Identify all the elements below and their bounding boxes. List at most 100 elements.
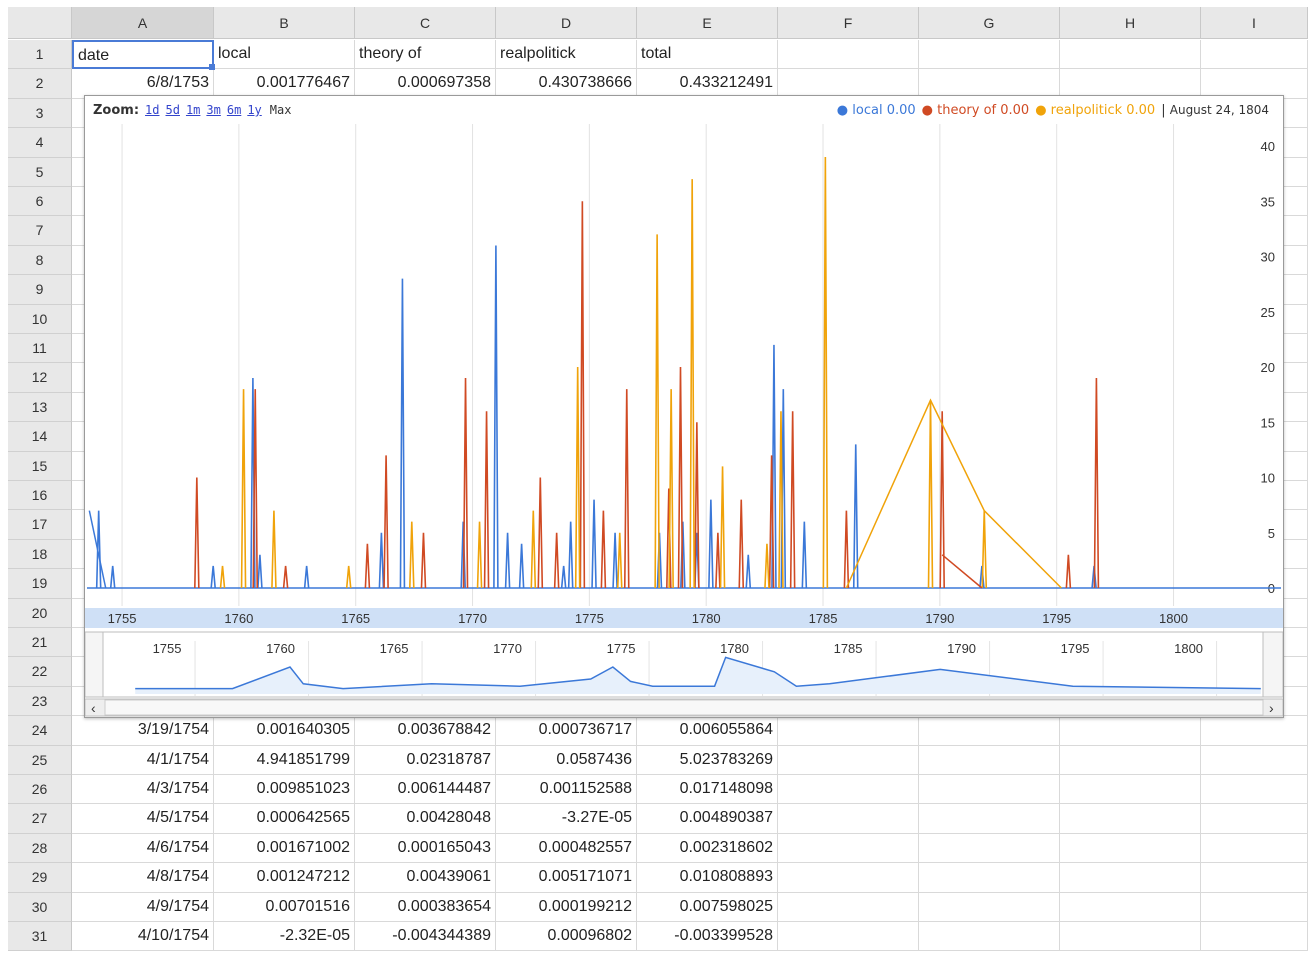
row-header-2[interactable]: 2	[8, 69, 72, 99]
cell-empty[interactable]	[778, 892, 919, 922]
cell-b25[interactable]: 4.941851799	[214, 745, 355, 775]
row-header-7[interactable]: 7	[8, 216, 72, 246]
row-header-31[interactable]: 31	[8, 922, 72, 952]
cell-empty[interactable]	[1201, 40, 1308, 70]
row-header-19[interactable]: 19	[8, 569, 72, 599]
cell-b26[interactable]: 0.009851023	[214, 775, 355, 805]
cell-empty[interactable]	[1201, 804, 1308, 834]
cell-empty[interactable]	[778, 716, 919, 746]
cell-empty[interactable]	[1060, 922, 1201, 952]
select-all-corner[interactable]	[8, 7, 72, 39]
row-header-6[interactable]: 6	[8, 187, 72, 217]
cell-d24[interactable]: 0.000736717	[496, 716, 637, 746]
column-header-h[interactable]: H	[1060, 7, 1201, 39]
cell-empty[interactable]	[919, 745, 1060, 775]
cell-empty[interactable]	[778, 922, 919, 952]
cell-empty[interactable]	[1060, 833, 1201, 864]
timeline-chart[interactable]: Zoom: 1d 5d 1m 3m 6m 1y Max ● local 0.00 ● theor…	[84, 95, 1284, 718]
row-header-3[interactable]: 3	[8, 98, 72, 129]
cell-empty[interactable]	[1201, 716, 1308, 746]
cell-d25[interactable]: 0.0587436	[496, 745, 637, 775]
cell-empty[interactable]	[919, 775, 1060, 805]
cell-empty[interactable]	[919, 716, 1060, 746]
cell-a29[interactable]: 4/8/1754	[72, 863, 214, 893]
column-header-g[interactable]: G	[919, 7, 1060, 39]
cell-e1[interactable]: total	[637, 40, 778, 70]
cell-c25[interactable]: 0.02318787	[355, 745, 496, 775]
cell-empty[interactable]	[778, 745, 919, 775]
cell-c31[interactable]: -0.004344389	[355, 922, 496, 952]
cell-e27[interactable]: 0.004890387	[637, 804, 778, 834]
cell-empty[interactable]	[1201, 833, 1308, 864]
cell-empty[interactable]	[919, 892, 1060, 922]
column-header-a[interactable]: A	[72, 7, 214, 39]
row-header-22[interactable]: 22	[8, 657, 72, 687]
cell-b1[interactable]: local	[214, 40, 355, 70]
cell-empty[interactable]	[919, 804, 1060, 834]
cell-c30[interactable]: 0.000383654	[355, 892, 496, 922]
row-header-16[interactable]: 16	[8, 481, 72, 511]
cell-c24[interactable]: 0.003678842	[355, 716, 496, 746]
cell-empty[interactable]	[1201, 745, 1308, 775]
row-header-15[interactable]: 15	[8, 451, 72, 481]
row-header-30[interactable]: 30	[8, 892, 72, 922]
row-header-25[interactable]: 25	[8, 745, 72, 775]
cell-e30[interactable]: 0.007598025	[637, 892, 778, 922]
cell-empty[interactable]	[1060, 745, 1201, 775]
cell-empty[interactable]	[1201, 863, 1308, 893]
cell-b31[interactable]: -2.32E-05	[214, 922, 355, 952]
cell-c29[interactable]: 0.00439061	[355, 863, 496, 893]
cell-e26[interactable]: 0.017148098	[637, 775, 778, 805]
cell-empty[interactable]	[778, 833, 919, 864]
row-header-14[interactable]: 14	[8, 422, 72, 452]
cell-empty[interactable]	[778, 40, 919, 70]
cell-d1[interactable]: realpolitick	[496, 40, 637, 70]
column-header-c[interactable]: C	[355, 7, 496, 39]
cell-d27[interactable]: -3.27E-05	[496, 804, 637, 834]
cell-d29[interactable]: 0.005171071	[496, 863, 637, 893]
cell-empty[interactable]	[919, 833, 1060, 864]
row-header-13[interactable]: 13	[8, 392, 72, 423]
cell-a24[interactable]: 3/19/1754	[72, 716, 214, 746]
cell-empty[interactable]	[919, 863, 1060, 893]
cell-empty[interactable]	[919, 40, 1060, 70]
cell-d26[interactable]: 0.001152588	[496, 775, 637, 805]
column-header-d[interactable]: D	[496, 7, 637, 39]
cell-a28[interactable]: 4/6/1754	[72, 833, 214, 864]
cell-empty[interactable]	[1060, 804, 1201, 834]
column-header-e[interactable]: E	[637, 7, 778, 39]
cell-d30[interactable]: 0.000199212	[496, 892, 637, 922]
cell-empty[interactable]	[1201, 775, 1308, 805]
cell-empty[interactable]	[778, 804, 919, 834]
cell-b30[interactable]: 0.00701516	[214, 892, 355, 922]
row-header-29[interactable]: 29	[8, 863, 72, 893]
cell-a1[interactable]: date	[72, 40, 214, 70]
cell-d28[interactable]: 0.000482557	[496, 833, 637, 864]
cell-e31[interactable]: -0.003399528	[637, 922, 778, 952]
cell-a26[interactable]: 4/3/1754	[72, 775, 214, 805]
cell-e24[interactable]: 0.006055864	[637, 716, 778, 746]
row-header-23[interactable]: 23	[8, 686, 72, 717]
row-header-28[interactable]: 28	[8, 833, 72, 864]
cell-a30[interactable]: 4/9/1754	[72, 892, 214, 922]
row-header-1[interactable]: 1	[8, 40, 72, 70]
fill-handle[interactable]	[209, 64, 215, 70]
row-header-12[interactable]: 12	[8, 363, 72, 393]
row-header-4[interactable]: 4	[8, 128, 72, 158]
row-header-5[interactable]: 5	[8, 157, 72, 187]
cell-c1[interactable]: theory of	[355, 40, 496, 70]
row-header-26[interactable]: 26	[8, 775, 72, 805]
cell-a25[interactable]: 4/1/1754	[72, 745, 214, 775]
row-header-18[interactable]: 18	[8, 539, 72, 570]
column-header-b[interactable]: B	[214, 7, 355, 39]
row-header-27[interactable]: 27	[8, 804, 72, 834]
cell-e28[interactable]: 0.002318602	[637, 833, 778, 864]
row-header-21[interactable]: 21	[8, 628, 72, 658]
cell-empty[interactable]	[1060, 892, 1201, 922]
row-header-8[interactable]: 8	[8, 245, 72, 276]
cell-b29[interactable]: 0.001247212	[214, 863, 355, 893]
row-header-11[interactable]: 11	[8, 334, 72, 364]
cell-empty[interactable]	[919, 922, 1060, 952]
row-header-10[interactable]: 10	[8, 304, 72, 334]
cell-empty[interactable]	[1060, 40, 1201, 70]
